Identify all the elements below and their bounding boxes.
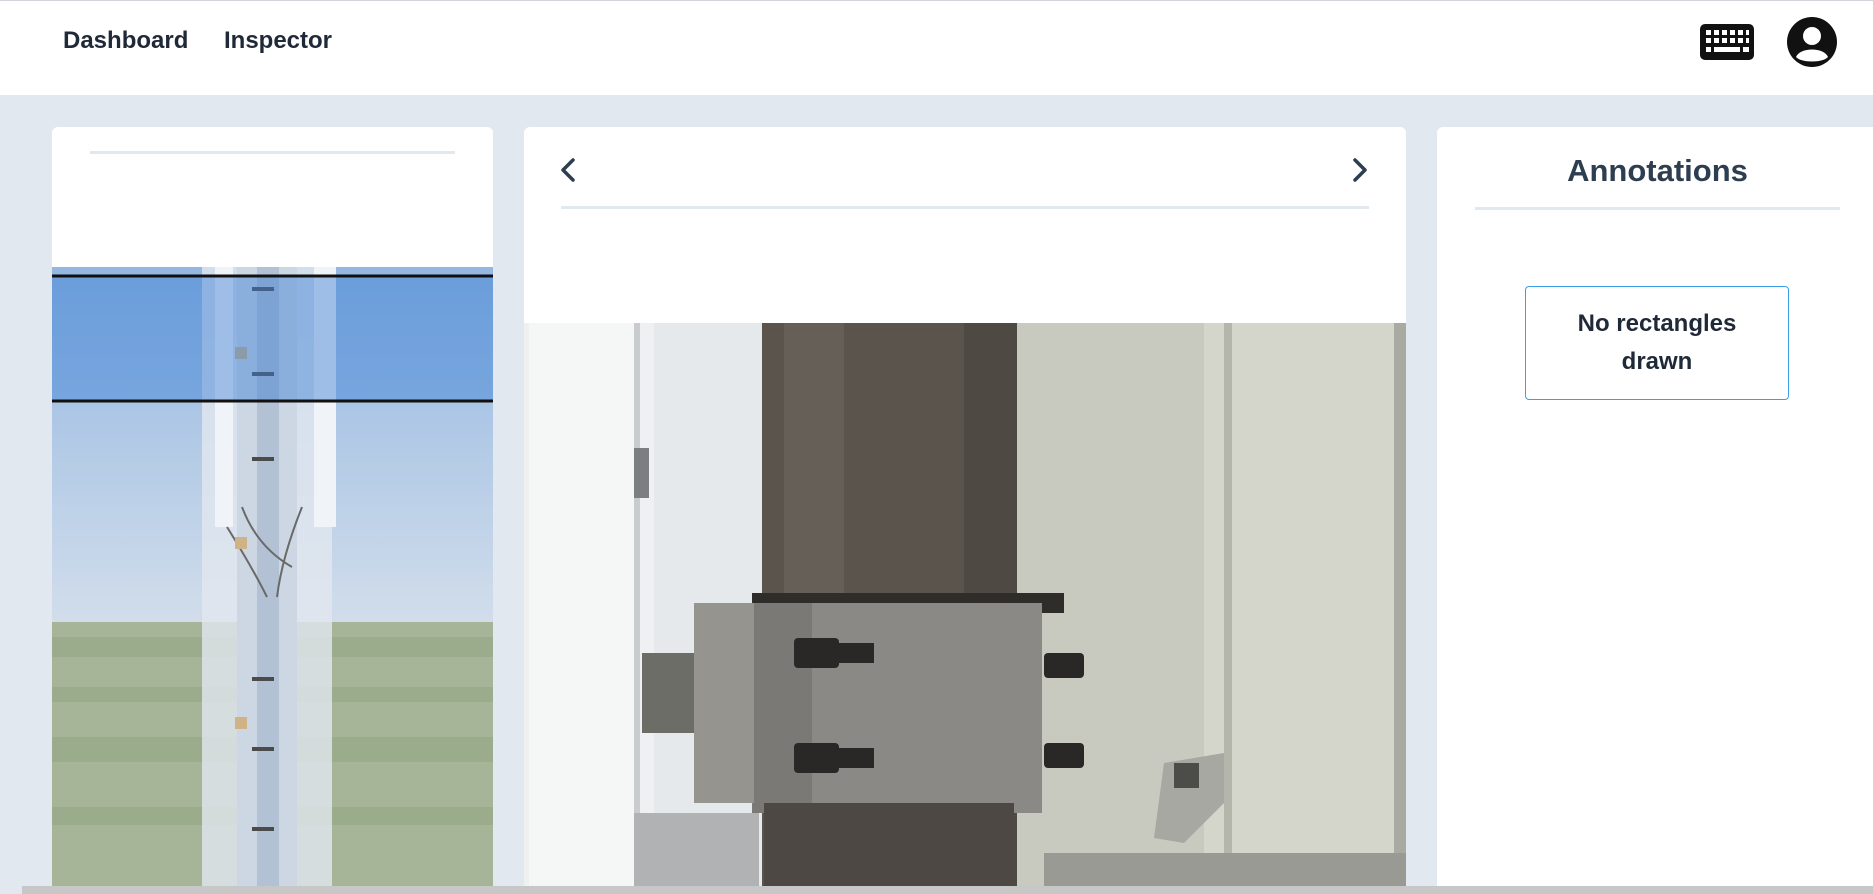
inspection-photo[interactable] [524, 323, 1406, 894]
tower-overview-image[interactable] [52, 267, 493, 894]
annotations-panel: Annotations No rectangles drawn [1437, 127, 1873, 894]
annotations-title: Annotations [1567, 153, 1748, 188]
user-circle-icon[interactable] [1786, 16, 1838, 68]
chevron-left-icon[interactable] [554, 155, 584, 185]
nav-dashboard-link[interactable]: Dashboard [63, 27, 188, 55]
divider [1475, 207, 1840, 210]
overview-panel [52, 127, 493, 894]
nav-inspector-link[interactable]: Inspector [224, 27, 332, 55]
horizontal-scrollbar[interactable] [22, 886, 1873, 894]
divider [90, 151, 455, 154]
empty-annotations-message: No rectangles drawn [1525, 286, 1789, 400]
divider [561, 206, 1369, 209]
keyboard-icon[interactable] [1699, 23, 1755, 61]
image-viewer-panel [524, 127, 1406, 894]
chevron-right-icon[interactable] [1344, 155, 1374, 185]
top-navbar: Dashboard Inspector [0, 0, 1873, 95]
